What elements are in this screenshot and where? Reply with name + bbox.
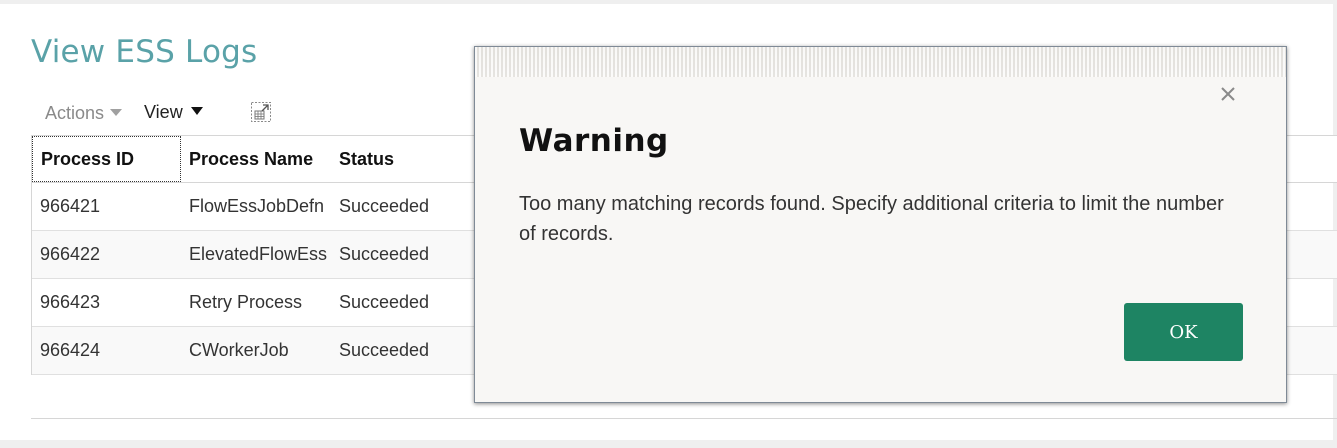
process-id-cell: 966423 [40, 292, 101, 312]
view-caret-icon [190, 107, 203, 115]
view-label: View [144, 102, 183, 122]
process-id-cell: 966421 [40, 196, 101, 216]
process-id-cell: 966424 [40, 340, 101, 360]
process-name-cell: FlowEssJobDefn [189, 196, 325, 216]
dialog-message: Too many matching records found. Specify… [519, 193, 1224, 245]
status-cell: Succeeded [339, 340, 430, 360]
dialog-header-strip [475, 47, 1286, 77]
actions-label: Actions [45, 103, 105, 123]
actions-menu[interactable]: Actions [45, 103, 123, 124]
detach-icon[interactable] [250, 101, 272, 123]
divider [31, 418, 1337, 419]
dialog-title: Warning [519, 123, 669, 159]
warning-dialog: Warning Too many matching records found.… [474, 46, 1287, 403]
process-id-cell: 966422 [40, 244, 101, 264]
close-icon[interactable] [1218, 84, 1238, 104]
ok-button[interactable]: OK [1124, 303, 1243, 361]
page-title: View ESS Logs [31, 34, 258, 70]
status-cell: Succeeded [339, 244, 430, 264]
actions-caret-icon [110, 109, 123, 116]
column-header-process-id[interactable]: Process ID [32, 136, 181, 182]
view-menu[interactable]: View [144, 102, 203, 123]
process-name-cell: Retry Process [189, 292, 303, 312]
column-header-process-name[interactable]: Process Name [181, 136, 331, 182]
column-header-status[interactable]: Status [331, 136, 481, 182]
status-cell: Succeeded [339, 196, 430, 216]
status-cell: Succeeded [339, 292, 430, 312]
process-name-cell: ElevatedFlowEss [189, 244, 328, 264]
process-name-cell: CWorkerJob [189, 340, 289, 360]
